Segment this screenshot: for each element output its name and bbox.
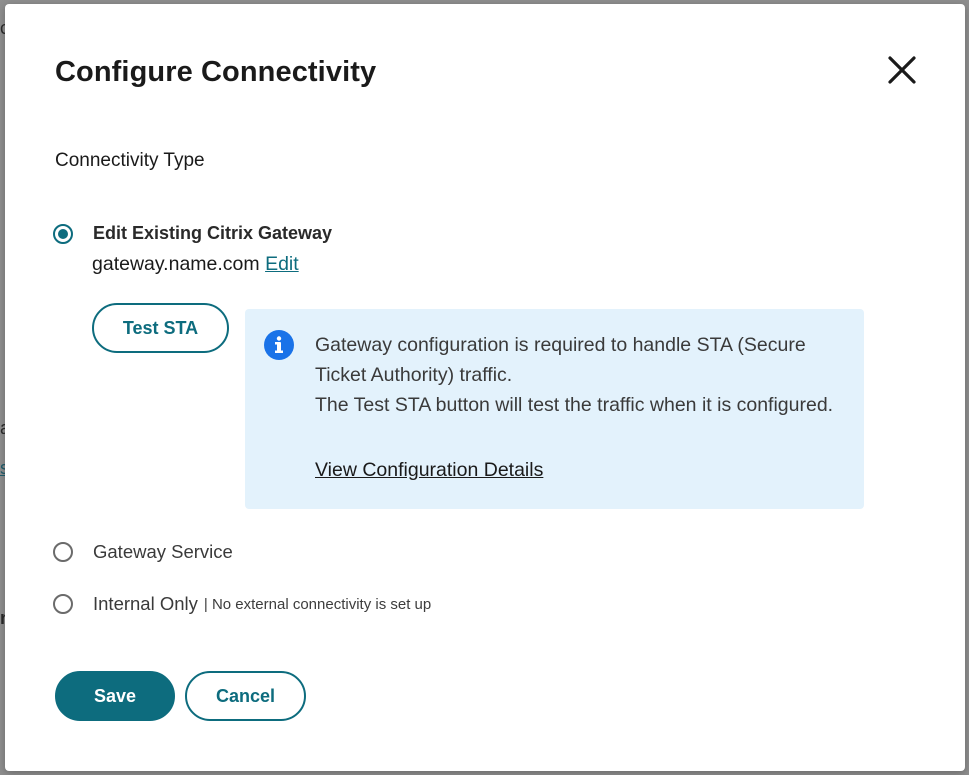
close-icon xyxy=(888,56,916,84)
edit-gateway-link[interactable]: Edit xyxy=(265,253,299,275)
radio-label-internal-only: Internal Only xyxy=(93,593,198,614)
radio-button-edit-existing-gateway[interactable] xyxy=(53,223,73,244)
radio-label-gateway-service: Gateway Service xyxy=(93,541,233,562)
gateway-name-line: gateway.name.com Edit xyxy=(92,253,299,276)
info-icon xyxy=(264,330,294,360)
info-message: Gateway configuration is required to han… xyxy=(315,330,850,420)
radio-option-internal-only[interactable]: Internal Only | No external connectivity… xyxy=(53,593,431,615)
radio-sublabel-internal-only: | No external connectivity is set up xyxy=(203,595,432,613)
radio-button-internal-only[interactable] xyxy=(53,594,73,614)
radio-label-edit-existing-gateway: Edit Existing Citrix Gateway xyxy=(93,223,333,243)
info-message-line-2: The Test STA button will test the traffi… xyxy=(315,394,834,416)
dialog-title: Configure Connectivity xyxy=(55,56,377,88)
view-configuration-details-link[interactable]: View Configuration Details xyxy=(315,459,543,482)
info-banner: Gateway configuration is required to han… xyxy=(245,309,864,509)
connectivity-type-label: Connectivity Type xyxy=(55,150,205,171)
save-button[interactable]: Save xyxy=(55,671,175,721)
gateway-name: gateway.name.com xyxy=(92,253,260,275)
radio-button-gateway-service[interactable] xyxy=(53,542,73,562)
configure-connectivity-dialog: Configure Connectivity Connectivity Type… xyxy=(5,4,965,771)
radio-option-edit-existing-gateway[interactable]: Edit Existing Citrix Gateway xyxy=(53,223,332,244)
close-button[interactable] xyxy=(882,50,922,90)
radio-option-gateway-service[interactable]: Gateway Service xyxy=(53,541,233,563)
test-sta-button[interactable]: Test STA xyxy=(92,303,229,353)
cancel-button[interactable]: Cancel xyxy=(185,671,306,721)
info-message-line-1: Gateway configuration is required to han… xyxy=(315,334,806,386)
